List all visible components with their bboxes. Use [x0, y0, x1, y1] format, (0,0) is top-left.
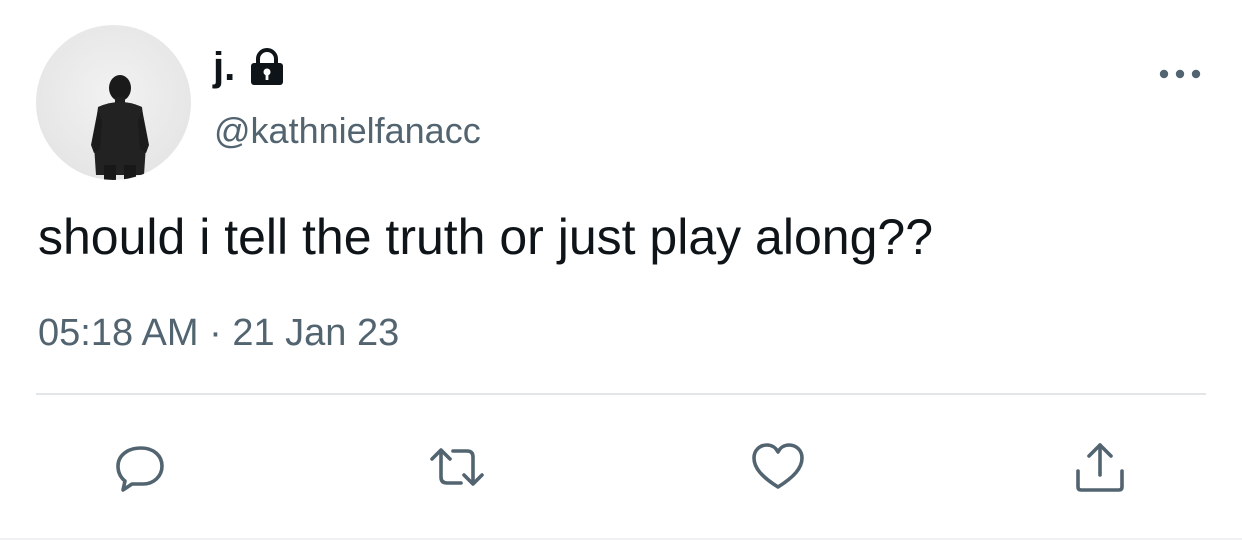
meta-separator: ·: [209, 312, 222, 354]
display-name-row: j.: [213, 42, 287, 92]
more-icon[interactable]: [1156, 62, 1204, 86]
heart-icon: [752, 443, 804, 489]
tweet-timestamp: 05:18 AM · 21 Jan 23: [38, 312, 399, 355]
divider: [36, 393, 1206, 395]
display-name[interactable]: j.: [213, 45, 235, 90]
user-handle[interactable]: @kathnielfanacc: [214, 110, 481, 152]
retweet-icon: [430, 448, 484, 486]
lock-icon: [247, 47, 287, 87]
avatar[interactable]: [36, 25, 191, 180]
tweet-detail: j. @kathnielfanacc should i tell the tru…: [0, 0, 1242, 558]
reply-icon: [116, 446, 164, 492]
tweet-date[interactable]: 21 Jan 23: [232, 312, 399, 354]
like-button[interactable]: [748, 437, 808, 497]
share-button[interactable]: [1070, 437, 1130, 497]
bottom-divider: [0, 538, 1242, 540]
share-icon: [1076, 443, 1124, 492]
tweet-time[interactable]: 05:18 AM: [38, 312, 199, 354]
retweet-button[interactable]: [427, 437, 487, 497]
reply-button[interactable]: [111, 437, 171, 497]
tweet-text: should i tell the truth or just play alo…: [38, 209, 933, 265]
man-in-suit-illustration: [91, 75, 149, 180]
